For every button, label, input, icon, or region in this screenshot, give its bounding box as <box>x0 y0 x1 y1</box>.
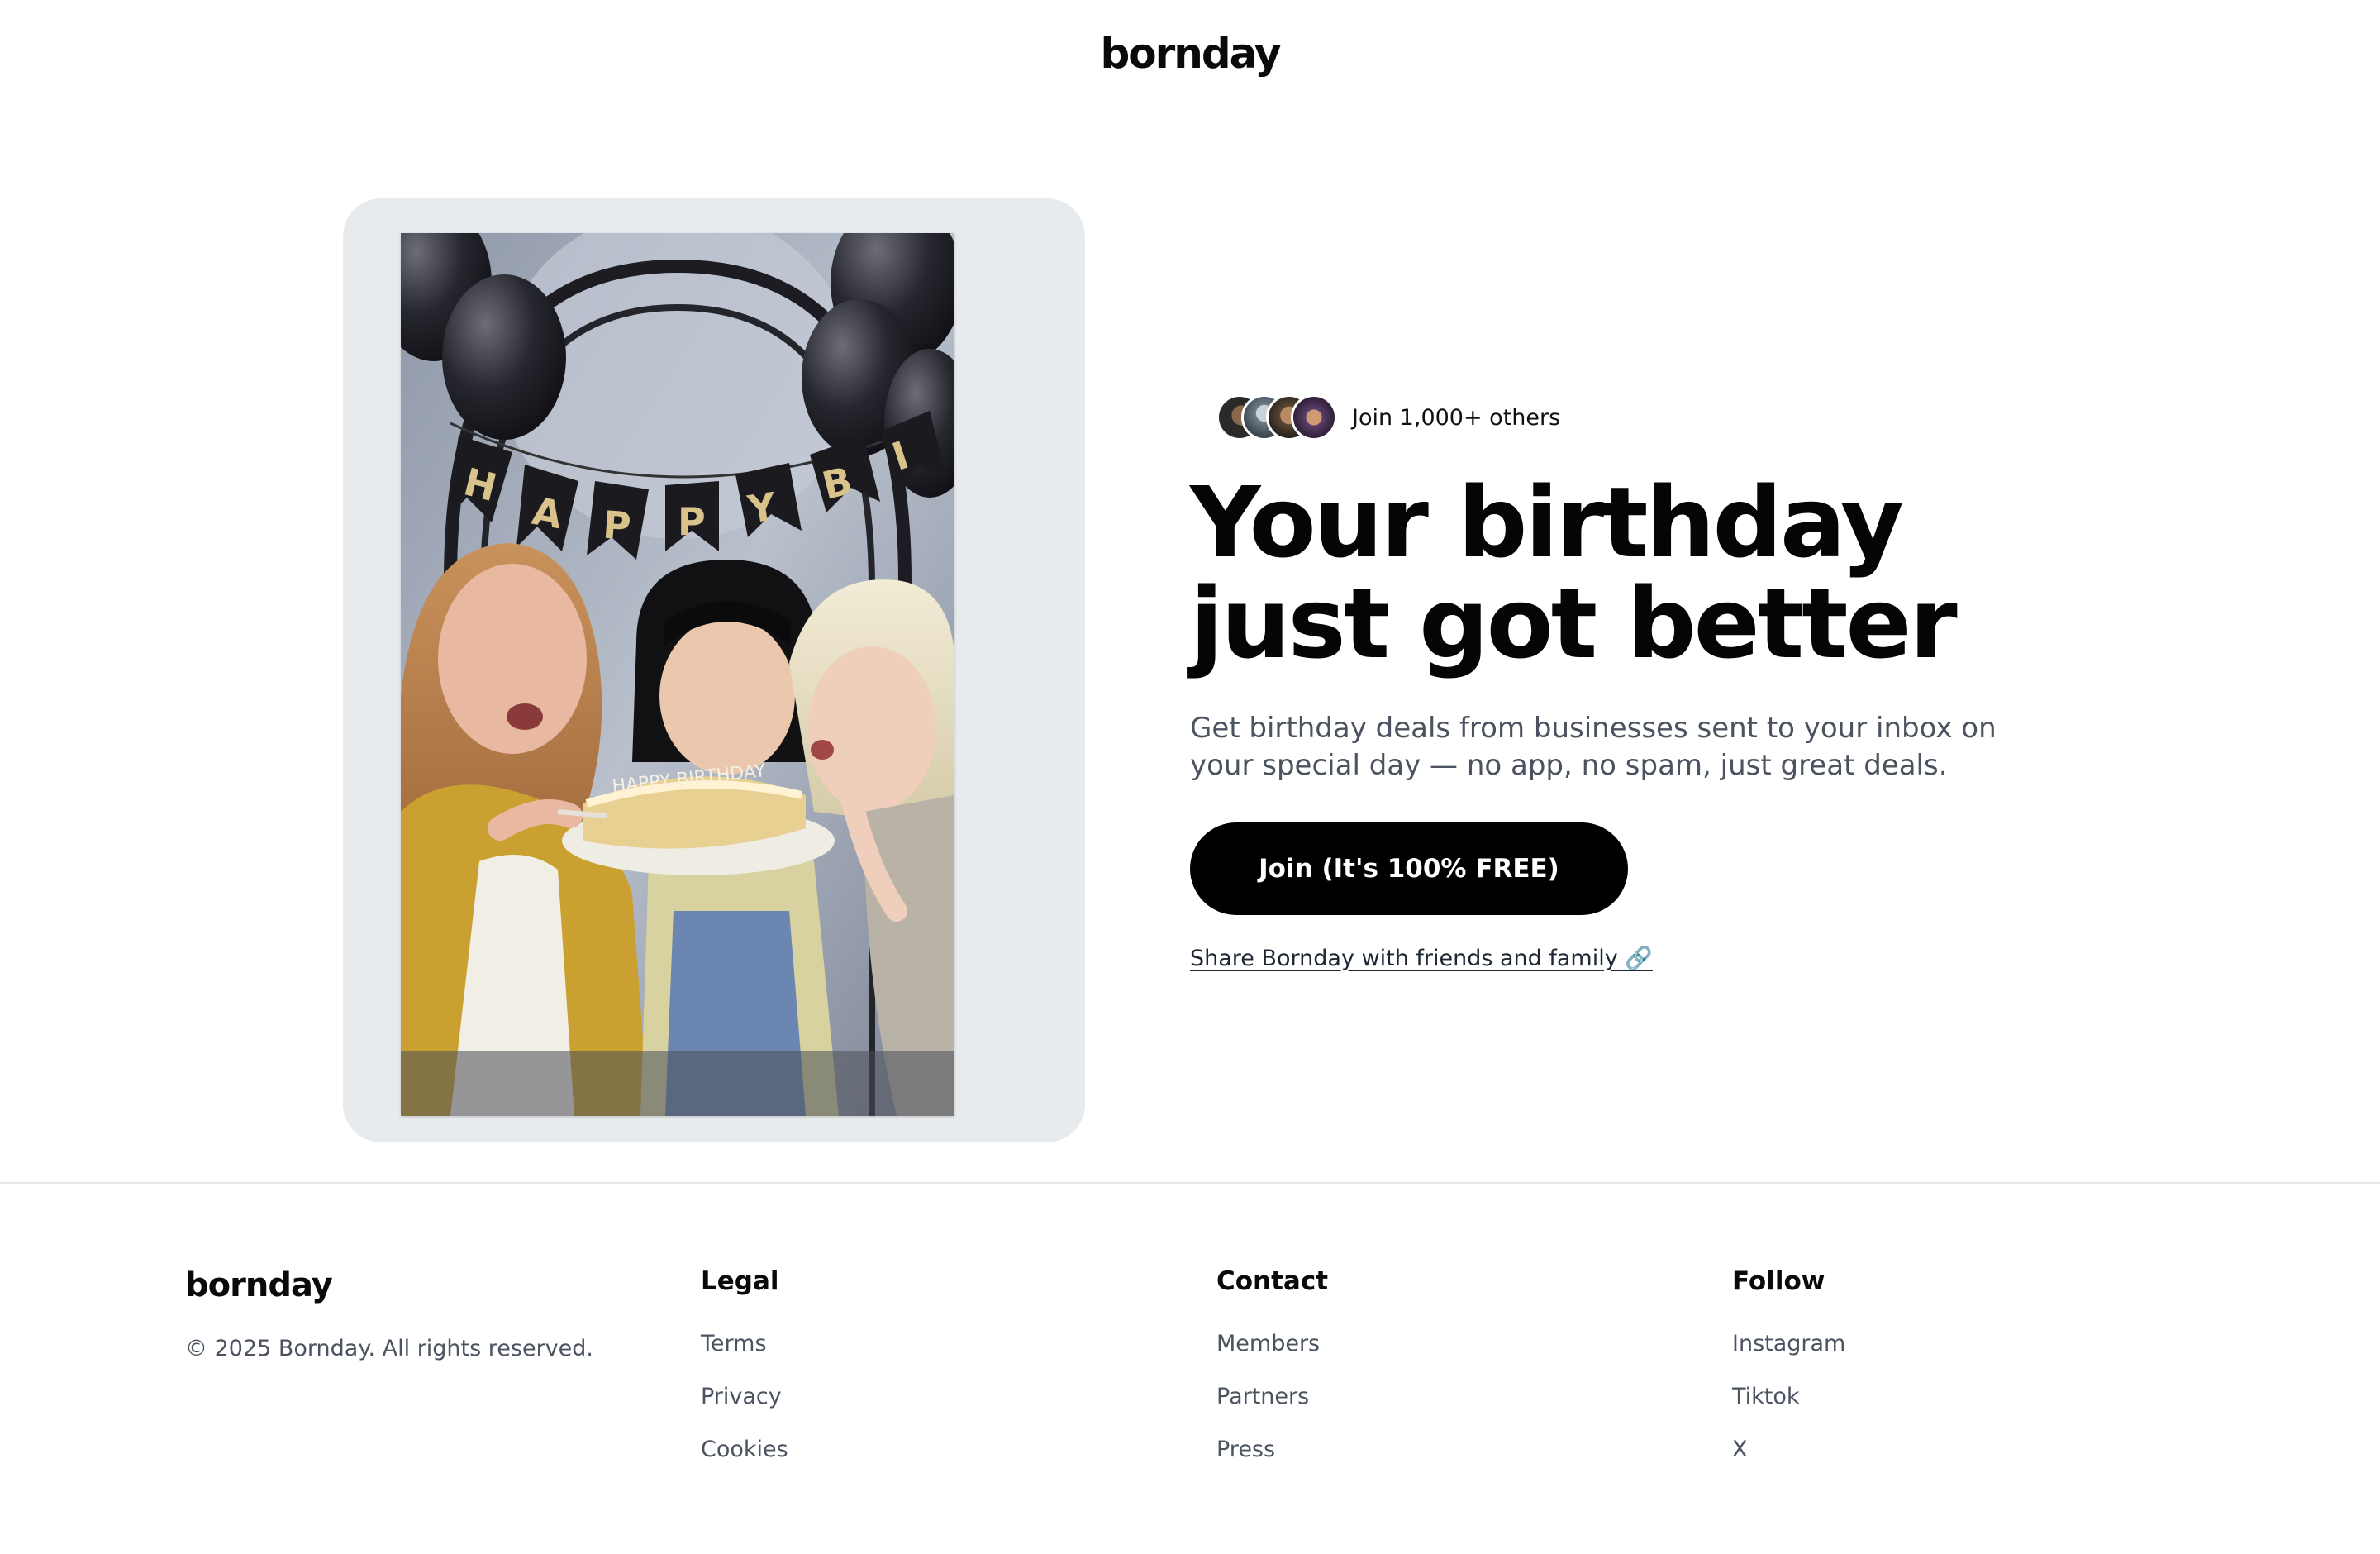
footer-link-terms[interactable]: Terms <box>701 1331 767 1356</box>
footer-link-partners[interactable]: Partners <box>1216 1384 1309 1409</box>
avatar-stack <box>1216 394 1337 441</box>
hero-section: H A P P Y B I HAPPY BIRTHDAY Join 1,000+… <box>0 107 2380 1182</box>
svg-text:P: P <box>678 499 706 544</box>
hero-subtitle: Get birthday deals from businesses sent … <box>1190 712 1997 782</box>
footer-column-follow: Follow Instagram Tiktok X <box>1732 1266 1845 1490</box>
svg-text:P: P <box>602 503 632 549</box>
footer-link-cookies[interactable]: Cookies <box>701 1437 788 1462</box>
footer-link-x[interactable]: X <box>1732 1437 1748 1462</box>
footer-links: Terms Privacy Cookies <box>701 1331 788 1490</box>
social-proof-text: Join 1,000+ others <box>1352 404 1561 431</box>
footer-heading: Contact <box>1216 1266 1329 1296</box>
footer-column-contact: Contact Members Partners Press <box>1216 1266 1328 1490</box>
site-header: bornday <box>0 0 2380 107</box>
footer-heading: Follow <box>1732 1266 1825 1296</box>
footer-heading: Legal <box>701 1266 779 1296</box>
footer-link-members[interactable]: Members <box>1216 1331 1320 1356</box>
header-logo[interactable]: bornday <box>1101 30 1282 78</box>
copyright-text: © 2025 Bornday. All rights reserved. <box>185 1336 593 1361</box>
birthday-photo-illustration: H A P P Y B I HAPPY BIRTHDAY <box>401 233 954 1116</box>
footer-link-press[interactable]: Press <box>1216 1437 1275 1462</box>
site-footer: bornday © 2025 Bornday. All rights reser… <box>0 1184 2380 1554</box>
share-link[interactable]: Share Bornday with friends and family 🔗 <box>1190 945 1653 971</box>
footer-links: Members Partners Press <box>1216 1331 1328 1490</box>
footer-links: Instagram Tiktok X <box>1732 1331 1845 1490</box>
hero-photo-card: H A P P Y B I HAPPY BIRTHDAY <box>343 198 1085 1142</box>
footer-brand: bornday © 2025 Bornday. All rights reser… <box>185 1266 593 1361</box>
social-proof: Join 1,000+ others <box>1216 393 2099 442</box>
join-button[interactable]: Join (It's 100% FREE) <box>1190 822 1628 915</box>
hero-copy: Join 1,000+ others Your birthday just go… <box>1190 393 2099 971</box>
avatar <box>1291 394 1337 441</box>
birthday-photo: H A P P Y B I HAPPY BIRTHDAY <box>401 233 954 1116</box>
footer-link-tiktok[interactable]: Tiktok <box>1732 1384 1800 1409</box>
footer-column-legal: Legal Terms Privacy Cookies <box>701 1266 788 1490</box>
footer-link-privacy[interactable]: Privacy <box>701 1384 782 1409</box>
footer-logo[interactable]: bornday <box>185 1266 593 1304</box>
footer-link-instagram[interactable]: Instagram <box>1732 1331 1845 1356</box>
hero-title: Your birthday just got better <box>1190 465 1958 680</box>
